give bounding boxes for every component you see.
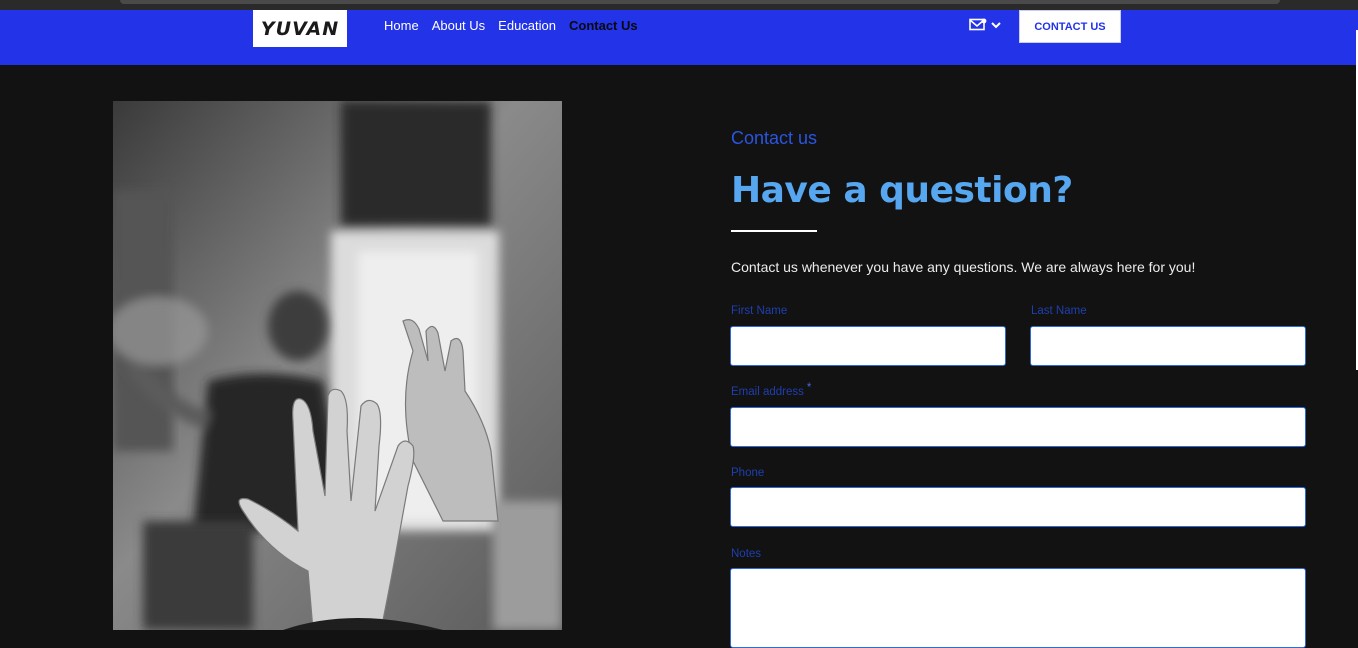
nav-about-us[interactable]: About Us xyxy=(432,18,485,33)
first-name-field[interactable] xyxy=(730,326,1006,366)
notes-field[interactable] xyxy=(730,568,1306,648)
title-underline xyxy=(731,230,817,232)
page-title: Have a question? xyxy=(731,170,1073,211)
required-marker: * xyxy=(806,382,812,394)
nav-contact-us[interactable]: Contact Us xyxy=(569,18,638,33)
mail-icon xyxy=(969,18,987,31)
site-header: YUVAN Home About Us Education Contact Us… xyxy=(0,10,1358,65)
scroll-indicator xyxy=(120,0,1280,4)
section-eyebrow: Contact us xyxy=(731,128,818,148)
main-nav: Home About Us Education Contact Us xyxy=(384,18,638,33)
browser-top-strip xyxy=(0,0,1358,10)
chevron-down-icon xyxy=(991,22,1001,29)
phone-field[interactable] xyxy=(730,487,1306,527)
nav-home[interactable]: Home xyxy=(384,18,419,33)
last-name-label: Last Name xyxy=(1031,305,1087,317)
nav-education[interactable]: Education xyxy=(498,18,556,33)
email-label: Email address * xyxy=(731,382,811,398)
contact-us-button[interactable]: CONTACT US xyxy=(1019,10,1121,43)
email-field[interactable] xyxy=(730,407,1306,447)
last-name-field[interactable] xyxy=(1030,326,1306,366)
site-logo[interactable]: YUVAN xyxy=(253,10,347,47)
mail-dropdown[interactable] xyxy=(969,16,1001,34)
first-name-label: First Name xyxy=(731,305,788,317)
notes-label: Notes xyxy=(731,548,762,560)
phone-label: Phone xyxy=(731,467,765,479)
logo-text: YUVAN xyxy=(260,17,340,40)
email-label-text: Email address xyxy=(731,386,804,398)
intro-text: Contact us whenever you have any questio… xyxy=(731,259,1196,275)
hands-raised-photo xyxy=(113,101,562,630)
